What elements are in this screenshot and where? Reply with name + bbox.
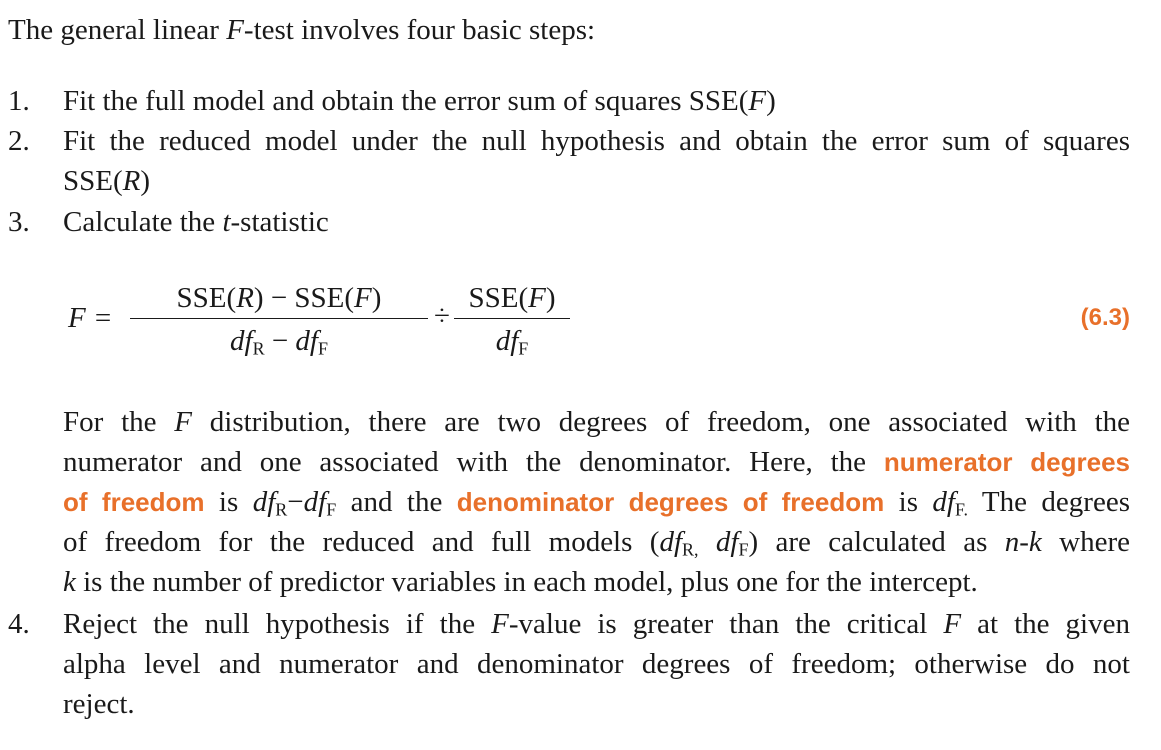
step-number: 1. (8, 85, 30, 117)
fraction-2-denominator: dfF (495, 325, 529, 359)
step-4: 4. Reject the null hypothesis if the F-v… (8, 604, 1130, 724)
equation-lhs: F = (68, 302, 113, 334)
step-text: Fit the full model and obtain the error … (63, 85, 776, 117)
step-3-explanation: For the F distribution, there are two de… (8, 402, 1130, 602)
explanation-paragraph: For the F distribution, there are two de… (63, 402, 1130, 602)
intro-text: The general linear (8, 14, 227, 46)
equation-number: (6.3) (1080, 304, 1130, 331)
step-line: alpha level and numerator and denominato… (63, 648, 1130, 680)
step-text: Calculate the t-statistic (63, 206, 329, 238)
fraction-1: SSE(R) − SSE(F) dfR − dfF (130, 278, 428, 359)
step-text: Reject the null hypothesis if the F-valu… (63, 604, 1130, 724)
step-line: Reject the null hypothesis if the F-valu… (63, 608, 1130, 640)
paragraph-line: For the F distribution, there are two de… (63, 406, 1130, 438)
step-number: 4. (8, 608, 30, 640)
fraction-1-denominator: dfR − dfF (230, 325, 328, 359)
fraction-2: SSE(F) dfF (454, 278, 570, 359)
step-3: 3. Calculate the t-statistic (8, 202, 1130, 242)
paragraph-line: k is the number of predictor variables i… (63, 566, 978, 598)
key-term-numerator-df-cont: of freedom (63, 487, 205, 517)
step-2: 2. Fit the reduced model under the null … (8, 121, 1130, 201)
step-line: Fit the reduced model under the null hyp… (63, 125, 1130, 157)
key-term-numerator-df: numerator degrees (883, 447, 1130, 477)
step-text: Fit the reduced model under the null hyp… (63, 121, 1130, 201)
step-1: 1. Fit the full model and obtain the err… (8, 81, 1130, 121)
step-line: reject. (63, 688, 135, 720)
equation-6-3: F = SSE(R) − SSE(F) dfR − dfF ÷ SSE(F) d… (68, 278, 1130, 378)
step-line: SSE(R) (63, 165, 151, 197)
intro-text-end: -test involves four basic steps: (243, 14, 596, 46)
intro-line: The general linear F-test involves four … (8, 10, 595, 50)
paragraph-line: of freedom is dfR−dfF and the denominato… (63, 486, 1130, 520)
paragraph-line: numerator and one associated with the de… (63, 446, 1130, 478)
division-operator: ÷ (434, 300, 450, 332)
step-number: 3. (8, 206, 30, 238)
fraction-1-numerator: SSE(R) − SSE(F) (176, 282, 382, 314)
fraction-2-numerator: SSE(F) (468, 282, 556, 314)
intro-variable: F (226, 14, 244, 46)
key-term-denominator-df: denominator degrees of freedom (456, 487, 885, 517)
paragraph-line: of freedom for the reduced and full mode… (63, 526, 1131, 560)
step-number: 2. (8, 125, 30, 157)
